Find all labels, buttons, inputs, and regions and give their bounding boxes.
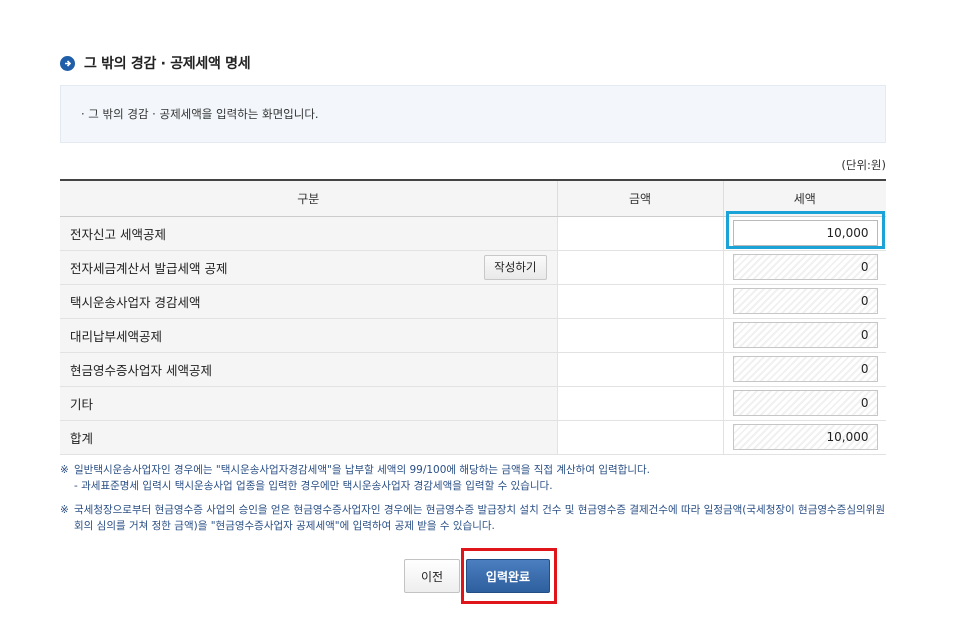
table-row: 전자세금계산서 발급세액 공제 작성하기 0 [60,250,886,285]
table-header-row: 구분 금액 세액 [60,179,886,217]
header-tax: 세액 [722,179,886,217]
tax-field-readonly: 0 [732,356,878,382]
info-box: · 그 밖의 경감 · 공제세액을 입력하는 화면입니다. [60,85,886,143]
tax-field-readonly: 0 [732,254,878,280]
row-label: 전자세금계산서 발급세액 공제 [70,260,228,276]
table-row: 현금영수증사업자 세액공제 0 [60,352,886,387]
row-label: 현금영수증사업자 세액공제 [60,352,557,387]
notes: ※ 일반택시운송사업자인 경우에는 "택시운송사업자경감세액"을 납부할 세액의… [60,462,890,534]
tax-cell: 0 [722,250,886,285]
amount-cell [556,216,723,251]
submit-button[interactable]: 입력완료 [466,559,550,593]
row-label-cell: 전자세금계산서 발급세액 공제 작성하기 [60,250,557,285]
header-category: 구분 [60,179,557,217]
tax-cell: 0 [722,318,886,353]
header-amount: 금액 [556,179,723,217]
note: ※ 국세청장으로부터 현금영수증 사업의 승인을 얻은 현금영수증사업자인 경우… [60,502,890,534]
amount-cell [556,318,723,353]
amount-cell [556,420,723,455]
arrow-right-circle-icon [60,55,75,71]
row-label: 합계 [60,420,557,455]
prev-button[interactable]: 이전 [404,559,460,593]
section-title-text: 그 밖의 경감 · 공제세액 명세 [84,56,251,72]
table-row: 전자신고 세액공제 10,000 [60,216,886,251]
section-title: 그 밖의 경감 · 공제세액 명세 [60,53,251,73]
unit-label: (단위:원) [841,158,886,172]
row-label: 기타 [60,386,557,421]
total-tax-field: 10,000 [732,424,878,450]
note-mark: ※ [60,464,69,476]
table-row: 기타 0 [60,386,886,421]
amount-cell [556,352,723,387]
row-label: 대리납부세액공제 [60,318,557,353]
amount-cell [556,284,723,319]
row-label: 전자신고 세액공제 [60,216,557,251]
tax-credit-table: 구분 금액 세액 전자신고 세액공제 10,000 전자세금계산서 발급세액 공… [60,179,886,455]
tax-cell: 0 [722,284,886,319]
tax-cell: 10,000 [722,420,886,455]
info-text: · 그 밖의 경감 · 공제세액을 입력하는 화면입니다. [81,107,319,121]
amount-cell [556,250,723,285]
row-label: 택시운송사업자 경감세액 [60,284,557,319]
amount-cell [556,386,723,421]
note-text: 일반택시운송사업자인 경우에는 "택시운송사업자경감세액"을 납부할 세액의 9… [74,464,650,476]
table-row: 대리납부세액공제 0 [60,318,886,353]
write-button[interactable]: 작성하기 [484,254,547,280]
tax-cell: 10,000 [722,216,886,251]
note: ※ 일반택시운송사업자인 경우에는 "택시운송사업자경감세액"을 납부할 세액의… [60,462,890,494]
note-mark: ※ [60,504,69,516]
table-row: 합계 10,000 [60,420,886,455]
tax-cell: 0 [722,386,886,421]
note-subtext: - 과세표준명세 입력시 택시운송사업 업종을 입력한 경우에만 택시운송사업자… [74,480,553,492]
tax-cell: 0 [722,352,886,387]
tax-field-readonly: 0 [732,390,878,416]
table-row: 택시운송사업자 경감세액 0 [60,284,886,319]
electronic-filing-credit-input[interactable]: 10,000 [732,220,878,246]
note-text: 국세청장으로부터 현금영수증 사업의 승인을 얻은 현금영수증사업자인 경우에는… [74,504,885,532]
tax-field-readonly: 0 [732,322,878,348]
tax-field-readonly: 0 [732,288,878,314]
